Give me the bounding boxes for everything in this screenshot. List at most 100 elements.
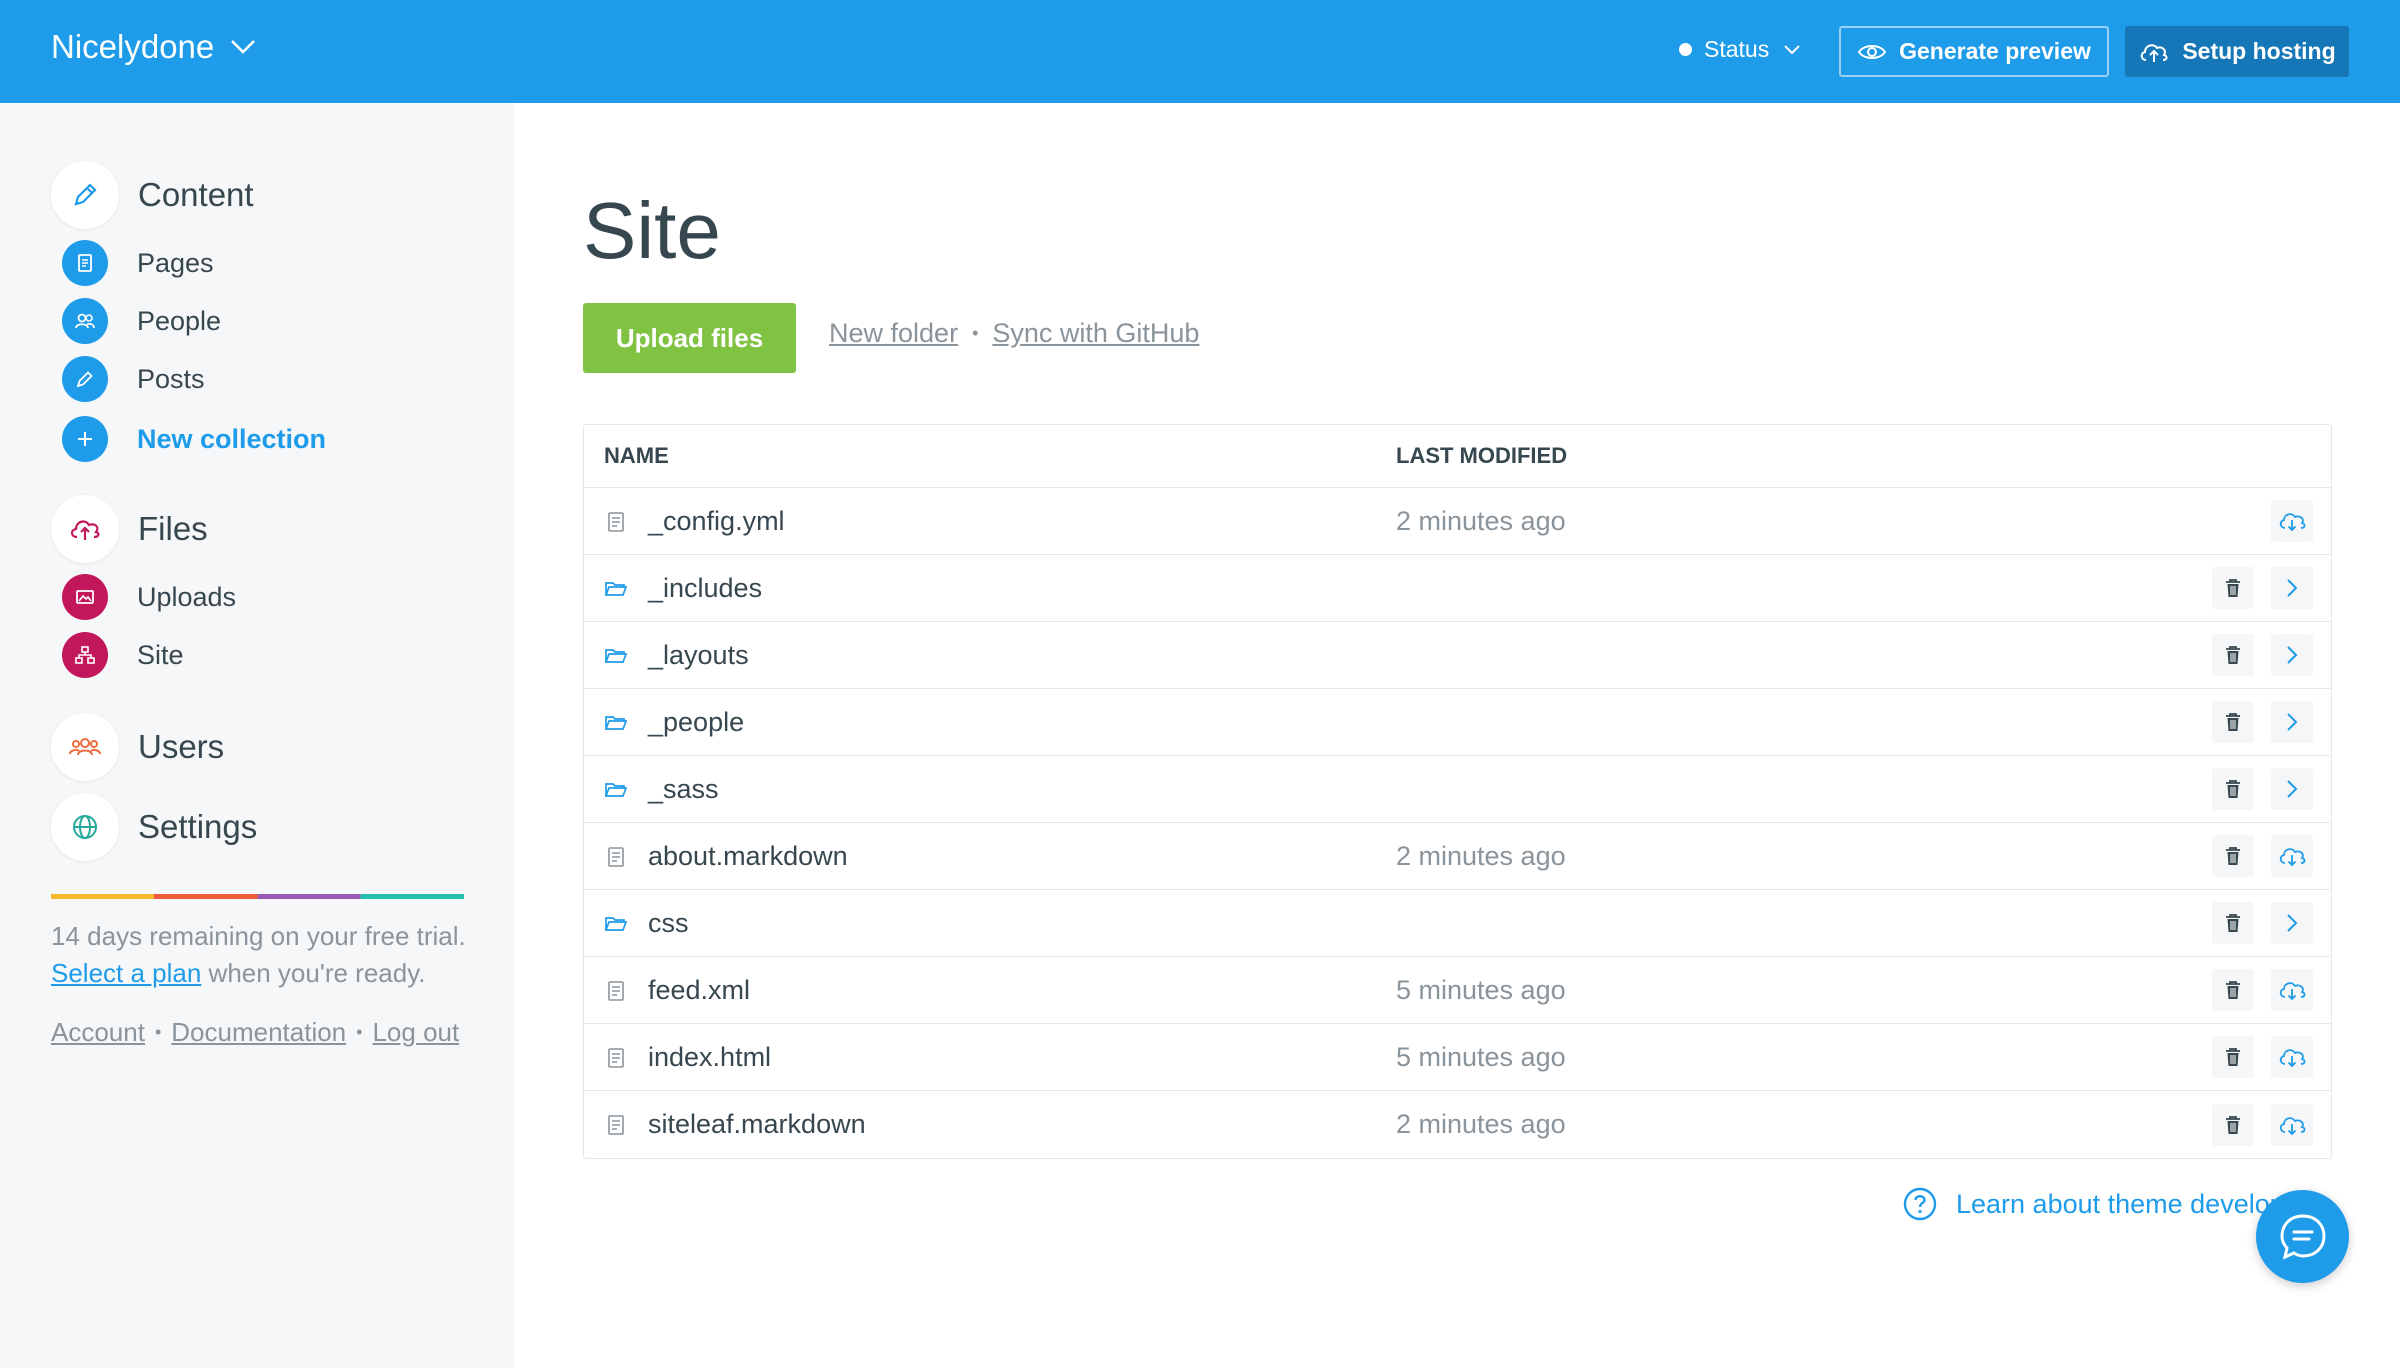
chat-button[interactable] [2256,1190,2349,1283]
file-icon [604,845,628,869]
table-row[interactable]: _people [584,689,2331,756]
sidebar: Content Pages People Posts New collectio… [0,103,514,1368]
table-row[interactable]: about.markdown 2 minutes ago [584,823,2331,890]
delete-button[interactable] [2212,567,2254,609]
open-folder-button[interactable] [2271,634,2313,676]
help-icon [1903,1187,1937,1221]
file-name[interactable]: _layouts [648,640,749,671]
chevron-right-icon [2287,579,2298,597]
plus-icon [62,416,108,462]
site-switcher[interactable]: Nicelydone [51,28,256,66]
open-folder-button[interactable] [2271,902,2313,944]
open-folder-button[interactable] [2271,768,2313,810]
sidebar-section-users[interactable]: Users [51,713,224,781]
site-name: Nicelydone [51,28,215,65]
sidebar-item-label: People [137,305,222,336]
logout-link[interactable]: Log out [372,1017,459,1048]
chevron-right-icon [2287,713,2298,731]
people-icon [62,298,108,344]
files-table: NAME LAST MODIFIED _config.yml 2 minutes … [583,424,2332,1159]
trash-icon [2226,1115,2240,1134]
table-row[interactable]: css [584,890,2331,957]
delete-button[interactable] [2212,902,2254,944]
top-bar: Nicelydone Status Generate preview Setup… [0,0,2400,103]
delete-button[interactable] [2212,969,2254,1011]
table-row[interactable]: index.html 5 minutes ago [584,1024,2331,1091]
sidebar-section-content[interactable]: Content [51,161,254,229]
open-folder-button[interactable] [2271,701,2313,743]
trash-icon [2226,579,2240,597]
delete-button[interactable] [2212,1103,2254,1146]
download-button[interactable] [2271,835,2313,877]
delete-button[interactable] [2212,768,2254,810]
users-icon [51,713,119,781]
download-button[interactable] [2271,969,2313,1011]
table-row[interactable]: siteleaf.markdown 2 minutes ago [584,1091,2331,1158]
last-modified: 2 minutes ago [1396,1109,1566,1139]
table-row[interactable]: _sass [584,756,2331,823]
sidebar-section-files[interactable]: Files [51,495,208,563]
sitemap-icon [62,632,108,678]
file-name[interactable]: about.markdown [648,841,848,872]
trash-icon [2226,914,2240,932]
sync-github-link[interactable]: Sync with GitHub [992,318,1199,349]
download-button[interactable] [2271,1103,2313,1146]
cloud-upload-icon [51,495,119,563]
delete-button[interactable] [2212,634,2254,676]
learn-theme-link[interactable]: Learn about theme develop [1902,1186,2285,1222]
file-name[interactable]: _config.yml [648,506,785,537]
file-name[interactable]: _sass [648,774,719,805]
upload-files-button[interactable]: Upload files [583,303,796,373]
status-dropdown[interactable]: Status [1679,36,1801,63]
delete-button[interactable] [2212,1036,2254,1078]
column-header-modified: LAST MODIFIED [1396,443,1568,468]
cloud-download-icon [2279,1116,2306,1135]
folder-icon [604,711,628,735]
table-row[interactable]: _config.yml 2 minutes ago [584,488,2331,555]
file-name[interactable]: feed.xml [648,975,750,1006]
generate-preview-button[interactable]: Generate preview [1839,26,2109,77]
file-icon [604,1046,628,1070]
sidebar-item-people[interactable]: People [62,298,221,344]
cloud-download-icon [2279,513,2306,532]
delete-button[interactable] [2212,701,2254,743]
sidebar-section-settings[interactable]: Settings [51,793,257,861]
sidebar-item-label: Posts [137,363,205,394]
table-row[interactable]: _includes [584,555,2331,622]
table-row[interactable]: _layouts [584,622,2331,689]
download-button[interactable] [2271,500,2313,542]
download-button[interactable] [2271,1036,2313,1078]
setup-hosting-button[interactable]: Setup hosting [2125,26,2349,77]
table-row[interactable]: feed.xml 5 minutes ago [584,957,2331,1024]
select-plan-link[interactable]: Select a plan [51,958,201,988]
sidebar-item-uploads[interactable]: Uploads [62,574,236,620]
file-icon [604,1113,628,1137]
cloud-download-icon [2279,982,2306,1001]
chevron-down-icon [231,40,256,54]
folder-icon [604,577,628,601]
chat-icon [2279,1213,2326,1260]
file-name[interactable]: _includes [648,573,762,604]
setup-hosting-label: Setup hosting [2182,38,2336,64]
sidebar-item-site[interactable]: Site [62,632,184,678]
delete-button[interactable] [2212,835,2254,877]
table-header: NAME LAST MODIFIED [584,425,2331,488]
last-modified: 2 minutes ago [1396,505,1566,536]
sidebar-item-posts[interactable]: Posts [62,356,205,402]
new-folder-link[interactable]: New folder [829,318,958,349]
file-name[interactable]: index.html [648,1042,771,1073]
trash-icon [2226,713,2240,731]
file-name[interactable]: css [648,908,689,939]
cloud-upload-icon [2141,43,2168,62]
sidebar-item-label: Uploads [137,581,237,612]
file-name[interactable]: _people [648,707,744,738]
file-name[interactable]: siteleaf.markdown [648,1109,866,1140]
trial-text: 14 days remaining on your free trial. [51,921,466,951]
last-modified: 2 minutes ago [1396,840,1566,871]
open-folder-button[interactable] [2271,567,2313,609]
new-collection-button[interactable]: New collection [62,416,326,462]
account-link[interactable]: Account [51,1017,145,1048]
section-label-users: Users [138,728,225,765]
documentation-link[interactable]: Documentation [171,1017,346,1048]
sidebar-item-pages[interactable]: Pages [62,240,214,286]
